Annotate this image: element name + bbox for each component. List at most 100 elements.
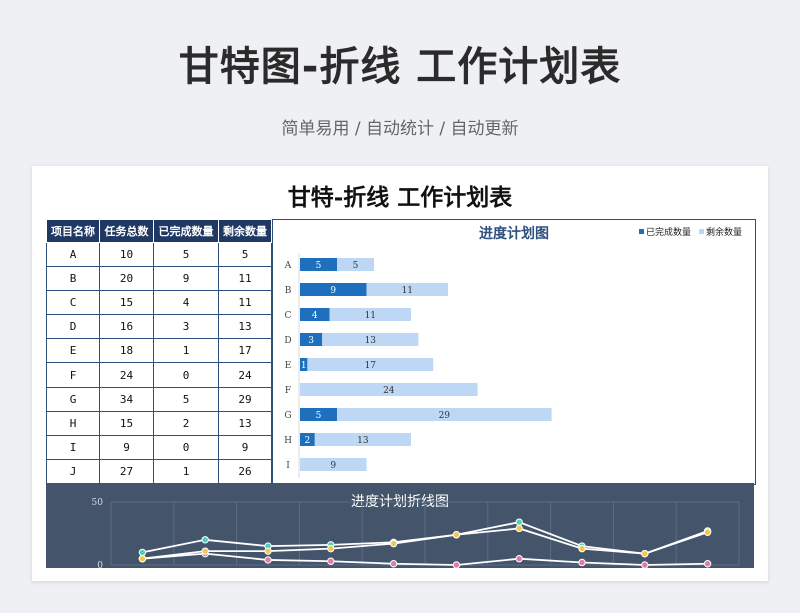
table-row: G 34 5 29	[46, 386, 272, 412]
table-row: F 24 0 24	[46, 362, 272, 388]
bar-label-remaining: 5	[353, 261, 359, 271]
bar-label-remaining: 24	[383, 386, 395, 396]
table-cell[interactable]: 5	[218, 241, 272, 268]
bar-label-done: 4	[312, 311, 318, 321]
table-cell[interactable]: D	[46, 314, 100, 340]
legend-label-remaining: 剩余数量	[706, 226, 742, 238]
table-cell[interactable]: 26	[218, 458, 272, 484]
bar-label-remaining: 13	[365, 336, 377, 346]
spreadsheet-card: 甘特-折线 工作计划表 项目名称 任务总数 已完成数量 剩余数量 A 10 5 5 B…	[32, 166, 768, 581]
table-cell[interactable]: 20	[99, 266, 154, 292]
line-point[interactable]	[578, 544, 586, 553]
bar-label-done: 2	[305, 436, 311, 446]
table-cell[interactable]: F	[46, 362, 100, 388]
bar-chart-svg: 进度计划图 已完成数量 剩余数量 A55B911C411D313E117F024…	[284, 225, 742, 478]
plan-table: 项目名称 任务总数 已完成数量 剩余数量 A 10 5 5 B 20 9 11 C 15 4 11…	[46, 219, 272, 484]
bar-label-remaining: 29	[439, 411, 451, 421]
bar-category-label: G	[284, 411, 291, 421]
table-cell[interactable]: 24	[99, 362, 154, 388]
table-cell[interactable]: 16	[99, 314, 154, 340]
bar-label-done: 9	[330, 286, 336, 296]
table-cell[interactable]: 5	[153, 241, 219, 268]
table-row: A 10 5 5	[46, 241, 272, 268]
line-point[interactable]	[389, 539, 398, 548]
table-cell[interactable]: 9	[218, 434, 272, 460]
bar-category-label: I	[286, 461, 290, 471]
line-point[interactable]	[452, 561, 461, 568]
table-cell[interactable]: 15	[99, 410, 154, 436]
line-point[interactable]	[327, 544, 335, 553]
progress-line-chart[interactable]: 进度计划折线图 50 0	[46, 483, 754, 568]
table-cell[interactable]: 9	[153, 266, 219, 292]
col-header-done[interactable]: 已完成数量	[153, 219, 219, 243]
table-cell[interactable]: A	[46, 241, 100, 268]
table-row: C 15 4 11	[46, 290, 272, 316]
table-cell[interactable]: 1	[153, 338, 219, 364]
line-point[interactable]	[138, 548, 147, 557]
table-cell[interactable]: 2	[153, 410, 219, 436]
table-cell[interactable]: 11	[218, 290, 272, 316]
col-header-total[interactable]: 任务总数	[99, 219, 154, 243]
table-cell[interactable]: C	[46, 290, 100, 316]
table-cell[interactable]: 18	[99, 338, 154, 364]
line-y-tick-label: 50	[92, 498, 104, 508]
table-cell[interactable]: 13	[218, 314, 272, 340]
bar-label-remaining: 17	[365, 361, 377, 371]
line-point[interactable]	[264, 547, 272, 555]
table-cell[interactable]: 29	[218, 386, 272, 412]
table-cell[interactable]: J	[46, 458, 100, 484]
table-cell[interactable]: 17	[218, 338, 272, 364]
col-header-name[interactable]: 项目名称	[46, 219, 100, 243]
progress-bar-chart[interactable]: 进度计划图 已完成数量 剩余数量 A55B911C411D313E117F024…	[272, 219, 756, 485]
table-cell[interactable]: 1	[153, 458, 219, 484]
table-cell[interactable]: 0	[153, 434, 219, 460]
table-cell[interactable]: B	[46, 266, 100, 292]
line-point[interactable]	[515, 518, 523, 526]
page-subtitle: 简单易用 / 自动统计 / 自动更新	[281, 119, 519, 139]
line-point[interactable]	[389, 560, 398, 568]
table-cell[interactable]: 3	[153, 314, 219, 340]
table-cell[interactable]: 27	[99, 458, 154, 484]
line-point[interactable]	[641, 561, 649, 568]
line-point[interactable]	[641, 549, 649, 558]
legend-swatch-remaining	[699, 229, 704, 234]
bar-category-label: E	[285, 361, 292, 371]
table-cell[interactable]: I	[46, 434, 100, 460]
table-row: I909	[46, 434, 272, 460]
table-cell[interactable]: 15	[99, 290, 154, 316]
line-point[interactable]	[452, 531, 461, 539]
line-point[interactable]	[515, 524, 523, 533]
bar-label-remaining: 13	[357, 436, 369, 446]
page-title: 甘特图-折线 工作计划表	[178, 44, 622, 90]
table-header-row: 项目名称 任务总数 已完成数量 剩余数量	[46, 219, 272, 243]
line-point[interactable]	[264, 556, 272, 564]
table-cell[interactable]: 34	[99, 386, 154, 412]
table-cell[interactable]: 13	[218, 410, 272, 436]
bar-category-label: A	[284, 261, 292, 271]
table-cell[interactable]: 10	[99, 241, 154, 268]
table-cell[interactable]: 4	[153, 290, 219, 316]
table-cell[interactable]: H	[46, 410, 100, 436]
bar-label-done: 3	[308, 336, 314, 346]
table-cell[interactable]: E	[46, 338, 100, 364]
bar-label-remaining: 11	[402, 286, 413, 296]
line-point[interactable]	[703, 528, 712, 536]
col-header-remaining[interactable]: 剩余数量	[218, 219, 272, 243]
line-point[interactable]	[138, 555, 147, 563]
line-point[interactable]	[703, 560, 712, 568]
line-point[interactable]	[201, 547, 209, 555]
bar-label-done: 5	[316, 261, 322, 271]
bar-category-label: F	[285, 386, 291, 396]
line-point[interactable]	[578, 558, 586, 567]
line-point[interactable]	[327, 557, 335, 565]
table-cell[interactable]: 24	[218, 362, 272, 388]
line-point[interactable]	[515, 555, 523, 563]
line-point[interactable]	[201, 536, 209, 544]
table-cell[interactable]: 0	[153, 362, 219, 388]
table-cell[interactable]: G	[46, 386, 100, 412]
legend-swatch-done	[639, 229, 644, 234]
table-cell[interactable]: 11	[218, 266, 272, 292]
table-cell[interactable]: 5	[153, 386, 219, 412]
table-cell[interactable]: 9	[99, 434, 154, 460]
table-row: B 20 9 11	[46, 266, 272, 292]
